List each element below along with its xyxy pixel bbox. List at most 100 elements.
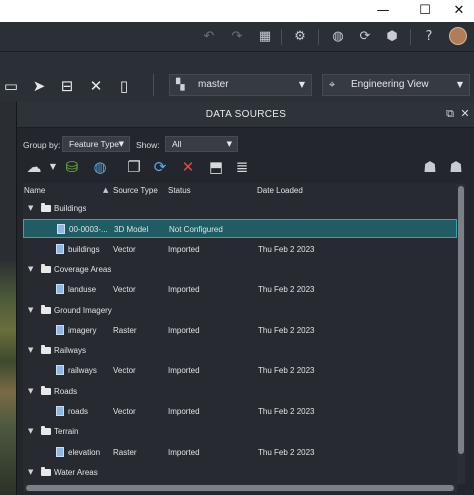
table-row[interactable]: railways Vector Imported Thu Feb 2 2023 <box>23 361 457 380</box>
add-database-icon[interactable]: ⛁ <box>62 157 82 177</box>
expand-toggle-icon[interactable]: ▼ <box>28 463 33 482</box>
measure-icon[interactable]: ⊟ <box>56 76 78 96</box>
group-row[interactable]: ▼ Coverage Areas <box>23 260 457 279</box>
help-icon[interactable]: ? <box>420 28 438 46</box>
branch-dropdown[interactable]: ▚ master ▼ <box>169 74 312 96</box>
table-row[interactable]: landuse Vector Imported Thu Feb 2 2023 <box>23 280 457 299</box>
expand-toggle-icon[interactable]: ▼ <box>28 382 33 401</box>
group-row[interactable]: ▼ Water Areas <box>23 463 457 482</box>
item-source-type: Raster <box>113 325 137 335</box>
cube-icon[interactable]: ⬢ <box>383 28 401 46</box>
group-row[interactable]: ▼ Roads <box>23 382 457 401</box>
item-status: Imported <box>168 366 200 376</box>
qr-code-icon[interactable]: ▦ <box>256 28 274 46</box>
globe-icon[interactable]: ◍ <box>329 28 347 46</box>
view-dropdown[interactable]: ⌖ Engineering View ▼ <box>322 74 470 96</box>
window-titlebar: — ☐ ✕ <box>0 0 474 22</box>
minimize-button[interactable]: — <box>368 0 398 22</box>
scrollbar-thumb[interactable] <box>458 186 464 454</box>
chevron-down-icon[interactable]: ▼ <box>43 157 63 177</box>
maximize-button[interactable]: ☐ <box>410 0 440 22</box>
item-source-type: Vector <box>113 407 136 416</box>
group-row[interactable]: ▼ Terrain <box>23 422 457 441</box>
expand-toggle-icon[interactable]: ▼ <box>28 422 33 441</box>
redo-icon[interactable]: ↷ <box>228 28 246 46</box>
app-topbar: ↶ ↷ ▦ ⚙ ◍ ⟳ ⬢ ? <box>0 22 474 52</box>
group-row[interactable]: ▼ Railways <box>23 341 457 360</box>
item-status: Imported <box>168 407 200 416</box>
item-name: landuse <box>68 285 97 295</box>
item-source-type: Vector <box>113 244 136 254</box>
group-name: Roads <box>54 386 78 396</box>
column-header-status[interactable]: Status <box>168 183 191 198</box>
table-row[interactable]: 00-0003-... 3D Model Not Configured <box>23 219 457 239</box>
group-name: Water Areas <box>54 467 98 477</box>
group-row[interactable]: ▼ Ground Imagery <box>23 301 457 320</box>
file-icon <box>57 224 65 235</box>
folder-icon <box>41 304 51 314</box>
undo-icon[interactable]: ↶ <box>200 28 218 46</box>
horizontal-scrollbar[interactable] <box>24 484 457 492</box>
column-header-date-loaded[interactable]: Date Loaded <box>257 183 303 198</box>
undock-icon[interactable]: ⧉ <box>442 106 458 122</box>
item-status: Not Configured <box>169 225 223 235</box>
file-icon <box>56 365 64 376</box>
table-row[interactable]: imagery Raster Imported Thu Feb 2 2023 <box>23 321 457 340</box>
folder-icon <box>41 426 51 436</box>
layers-icon[interactable]: ☗ <box>420 157 440 177</box>
pointer-icon[interactable]: ➤ <box>28 76 50 96</box>
item-source-type: Raster <box>113 447 137 457</box>
show-value: All <box>172 139 182 149</box>
column-header-source-type[interactable]: Source Type <box>113 183 158 198</box>
scrollbar-thumb[interactable] <box>26 485 454 491</box>
item-date-loaded: Thu Feb 2 2023 <box>258 447 315 457</box>
item-date-loaded: Thu Feb 2 2023 <box>258 285 315 295</box>
export-icon[interactable]: ⬒ <box>206 157 226 177</box>
view-value: Engineering View <box>351 79 429 90</box>
bookmark-icon[interactable]: ▯ <box>113 76 135 96</box>
item-name: railways <box>68 366 97 376</box>
settings-icon[interactable]: ⚙ <box>291 28 309 46</box>
tools-icon[interactable]: ✕ <box>85 76 107 96</box>
group-name: Terrain <box>54 427 79 437</box>
group-by-select[interactable]: Feature Type ▼ <box>62 136 130 152</box>
table-row[interactable]: buildings Vector Imported Thu Feb 2 2023 <box>23 240 457 259</box>
group-row[interactable]: ▼ Buildings <box>23 199 457 218</box>
stack-icon[interactable]: ≣ <box>232 157 252 177</box>
show-select[interactable]: All ▼ <box>165 136 238 152</box>
vertical-scrollbar[interactable] <box>457 184 465 484</box>
copy-icon[interactable]: ❐ <box>124 157 144 177</box>
group-name: Railways <box>54 346 87 356</box>
item-source-type: 3D Model <box>114 225 149 235</box>
table-row[interactable]: elevation Raster Imported Thu Feb 2 2023 <box>23 443 457 462</box>
chevron-down-icon: ▼ <box>118 140 124 148</box>
item-name: elevation <box>68 447 101 457</box>
refresh-icon[interactable]: ⟳ <box>150 157 170 177</box>
item-date-loaded: Thu Feb 2 2023 <box>258 407 315 416</box>
cloud-add-icon[interactable]: ☁ <box>24 157 44 177</box>
expand-toggle-icon[interactable]: ▼ <box>28 341 33 360</box>
expand-toggle-icon[interactable]: ▼ <box>28 301 33 320</box>
close-button[interactable]: ✕ <box>444 0 474 22</box>
layers-settings-icon[interactable]: ☗ <box>446 157 466 177</box>
item-status: Imported <box>168 285 200 295</box>
folder-icon <box>41 263 51 273</box>
item-name: imagery <box>68 325 97 335</box>
file-icon <box>56 446 64 457</box>
screen-icon[interactable]: ▭ <box>0 76 22 96</box>
column-header-name[interactable]: Name <box>24 183 45 198</box>
globe-add-icon[interactable]: ◍ <box>90 157 110 177</box>
map-viewport[interactable] <box>0 102 16 495</box>
item-date-loaded: Thu Feb 2 2023 <box>258 325 315 335</box>
item-source-type: Vector <box>113 366 136 376</box>
table-row[interactable]: roads Vector Imported Thu Feb 2 2023 <box>23 402 457 421</box>
view-icon: ⌖ <box>329 78 336 91</box>
delete-icon[interactable]: ✕ <box>178 157 198 177</box>
avatar[interactable] <box>449 27 467 45</box>
sync-icon[interactable]: ⟳ <box>356 28 374 46</box>
panel-title: DATA SOURCES <box>205 109 287 120</box>
close-icon[interactable]: ✕ <box>457 106 473 122</box>
sort-ascending-icon[interactable]: ▲ <box>103 183 108 198</box>
expand-toggle-icon[interactable]: ▼ <box>28 199 33 218</box>
expand-toggle-icon[interactable]: ▼ <box>28 260 33 279</box>
